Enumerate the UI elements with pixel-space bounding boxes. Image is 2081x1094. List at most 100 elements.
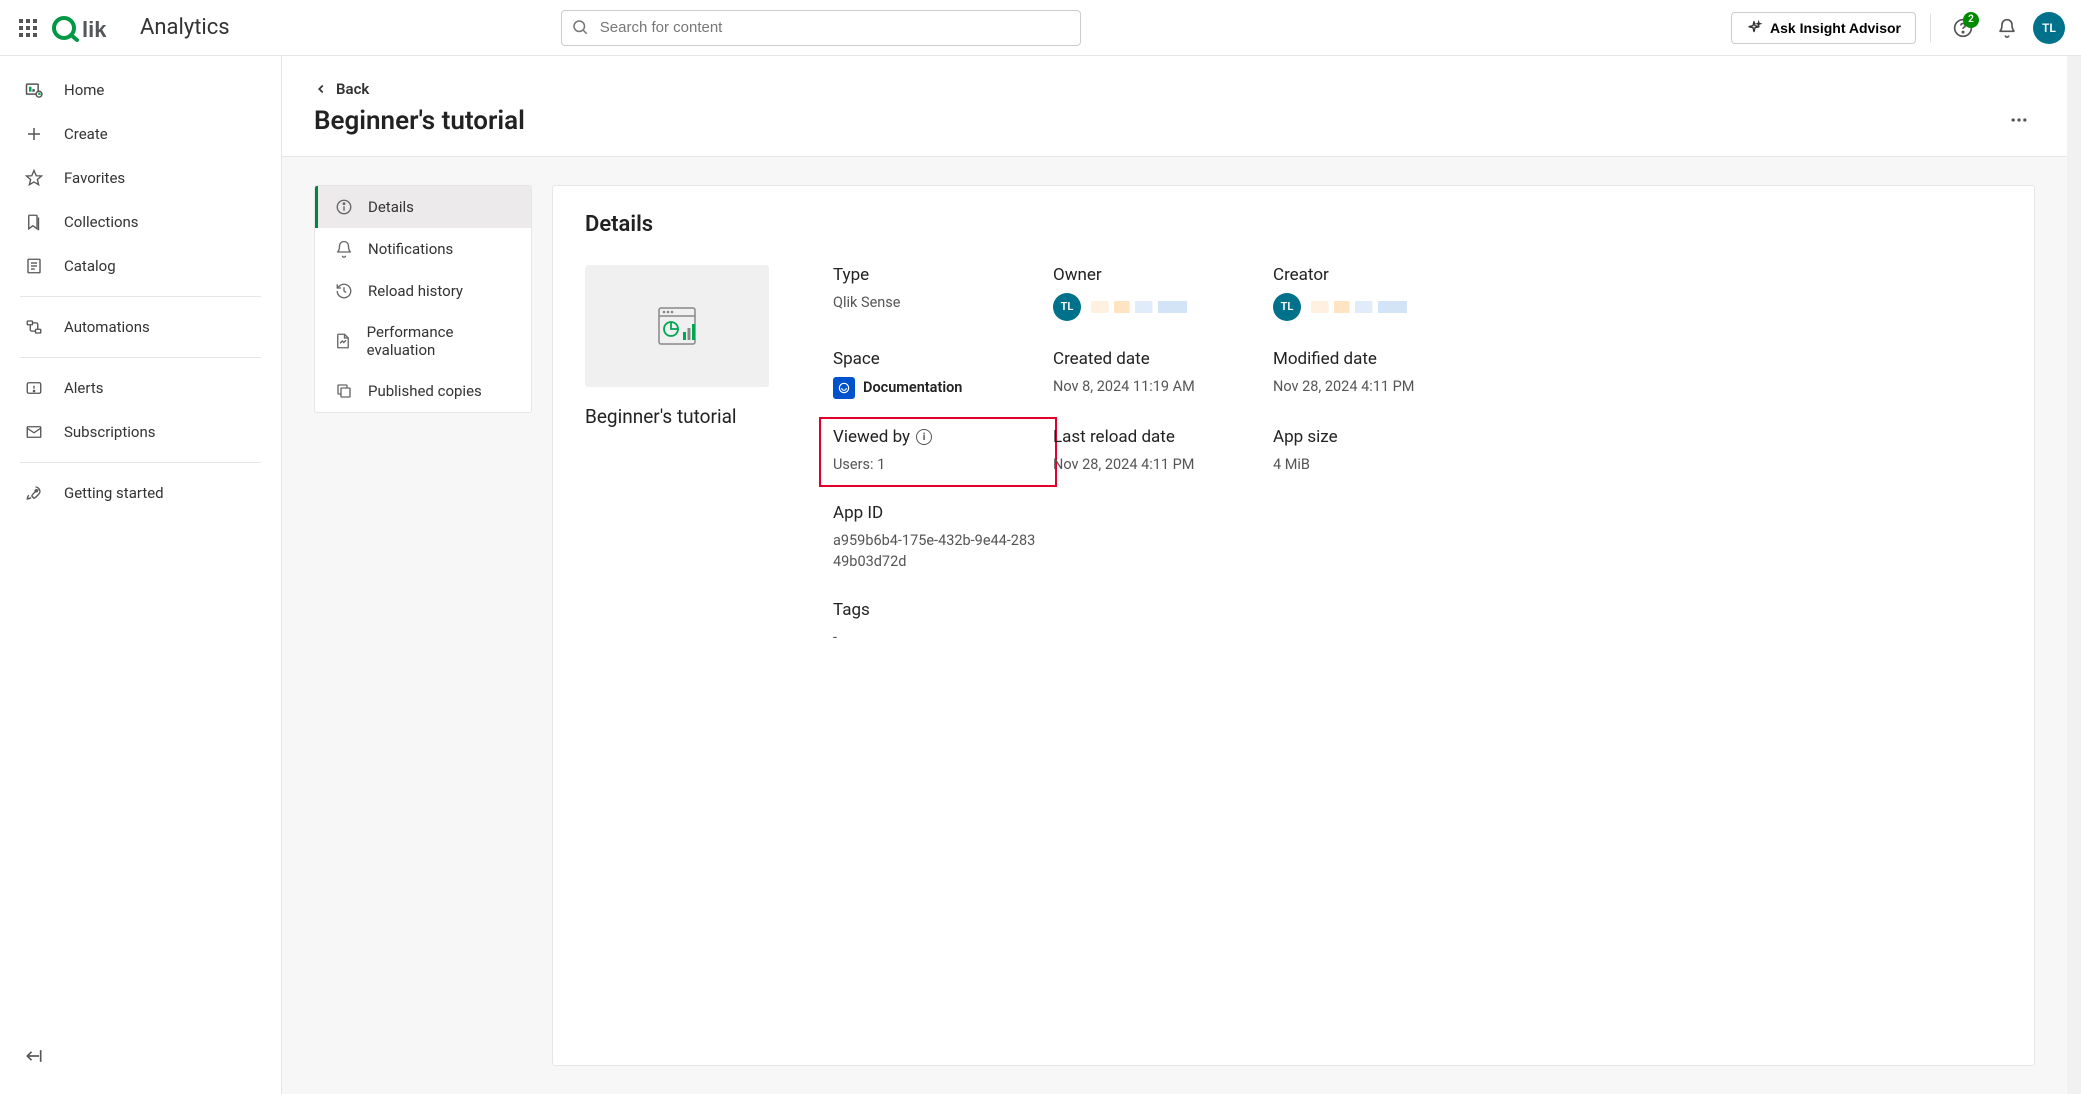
collapse-icon: [24, 1046, 44, 1066]
sidebar-item-home[interactable]: Home: [0, 68, 281, 112]
back-link[interactable]: Back: [314, 80, 369, 98]
field-owner: Owner TL: [1053, 265, 1263, 321]
app-thumbnail: [585, 265, 769, 387]
sidebar-item-label: Favorites: [64, 169, 125, 187]
body: Home Create Favorites Collections Catalo…: [0, 56, 2081, 1094]
info-icon: [334, 197, 354, 217]
chevron-left-icon: [314, 82, 328, 96]
tab-performance[interactable]: Performance evaluation: [315, 312, 531, 370]
back-label: Back: [336, 80, 369, 98]
field-app-size: App size 4 MiB: [1273, 427, 1483, 475]
collapse-sidebar-button[interactable]: [0, 1034, 281, 1082]
panel-body: Beginner's tutorial Type Qlik Sense Owne…: [585, 265, 2002, 648]
owner-avatar: TL: [1053, 293, 1081, 321]
owner-value: TL: [1053, 293, 1263, 321]
star-icon: [24, 168, 44, 188]
field-label: Tags: [833, 600, 1043, 620]
creator-value: TL: [1273, 293, 1483, 321]
notifications-button[interactable]: [1989, 10, 2025, 46]
sidebar-item-subscriptions[interactable]: Subscriptions: [0, 410, 281, 454]
sidebar-item-label: Automations: [64, 318, 150, 336]
sidebar-item-label: Alerts: [64, 379, 104, 397]
more-button[interactable]: [2003, 104, 2035, 136]
space-name: Documentation: [863, 378, 962, 398]
field-value: Nov 8, 2024 11:19 AM: [1053, 377, 1263, 397]
performance-icon: [334, 331, 353, 351]
field-label: App size: [1273, 427, 1483, 447]
search-input[interactable]: [561, 10, 1081, 46]
search-icon: [571, 18, 589, 40]
sidebar-item-label: Create: [64, 125, 108, 143]
field-app-id: App ID a959b6b4-175e-432b-9e44-28349b03d…: [833, 503, 1043, 572]
tab-label: Reload history: [368, 282, 463, 300]
sparkle-icon: [1746, 20, 1762, 36]
sidebar-item-label: Subscriptions: [64, 423, 155, 441]
topbar: lik Analytics Ask Insight Advisor 2 TL: [0, 0, 2081, 56]
scrollbar[interactable]: [2067, 56, 2081, 1094]
field-value: 4 MiB: [1273, 455, 1483, 475]
field-value: Nov 28, 2024 4:11 PM: [1053, 455, 1263, 475]
space-value[interactable]: Documentation: [833, 377, 1043, 399]
thumb-title: Beginner's tutorial: [585, 405, 785, 428]
sidebar-item-label: Collections: [64, 213, 139, 231]
help-badge: 2: [1963, 12, 1979, 28]
sidebar-item-favorites[interactable]: Favorites: [0, 156, 281, 200]
app-name: Analytics: [140, 15, 230, 40]
field-space: Space Documentation: [833, 349, 1043, 399]
rocket-icon: [24, 483, 44, 503]
field-type: Type Qlik Sense: [833, 265, 1043, 321]
details-panel: Details Beginner's tutoria: [552, 185, 2035, 1066]
tab-label: Published copies: [368, 382, 482, 400]
field-value: Users: 1: [833, 455, 1043, 475]
field-label: Created date: [1053, 349, 1263, 369]
sidebar-item-label: Catalog: [64, 257, 116, 275]
content-area: Details Notifications Reload history: [282, 157, 2067, 1094]
field-value: a959b6b4-175e-432b-9e44-28349b03d72d: [833, 531, 1043, 572]
tab-reload-history[interactable]: Reload history: [315, 270, 531, 312]
field-label: Last reload date: [1053, 427, 1263, 447]
sidebar-item-catalog[interactable]: Catalog: [0, 244, 281, 288]
mail-icon: [24, 422, 44, 442]
sidebar-item-getting-started[interactable]: Getting started: [0, 471, 281, 515]
panel-title: Details: [585, 212, 2002, 237]
sidebar-item-alerts[interactable]: Alerts: [0, 366, 281, 410]
tab-published-copies[interactable]: Published copies: [315, 370, 531, 412]
alert-icon: [24, 378, 44, 398]
nav-separator: [20, 462, 261, 463]
sidebar-item-automations[interactable]: Automations: [0, 305, 281, 349]
sidebar-item-collections[interactable]: Collections: [0, 200, 281, 244]
bell-icon: [334, 239, 354, 259]
sidebar-item-create[interactable]: Create: [0, 112, 281, 156]
sidebar: Home Create Favorites Collections Catalo…: [0, 56, 282, 1094]
field-viewed-by: Viewed by i Users: 1: [819, 417, 1057, 487]
space-icon: [833, 377, 855, 399]
help-button[interactable]: 2: [1945, 10, 1981, 46]
field-creator: Creator TL: [1273, 265, 1483, 321]
bookmark-icon: [24, 212, 44, 232]
tab-label: Details: [368, 198, 414, 216]
insight-label: Ask Insight Advisor: [1770, 20, 1901, 36]
owner-name-redacted: [1091, 301, 1187, 313]
automations-icon: [24, 317, 44, 337]
tab-notifications[interactable]: Notifications: [315, 228, 531, 270]
field-label: Creator: [1273, 265, 1483, 285]
nav-separator: [20, 296, 261, 297]
tab-label: Performance evaluation: [367, 323, 515, 359]
field-last-reload: Last reload date Nov 28, 2024 4:11 PM: [1053, 427, 1263, 475]
field-label: Type: [833, 265, 1043, 285]
creator-avatar: TL: [1273, 293, 1301, 321]
viewed-label-text: Viewed by: [833, 427, 910, 447]
search-box: [561, 10, 1081, 46]
bell-icon: [1997, 18, 2017, 38]
brand-logo[interactable]: lik Analytics: [52, 14, 230, 42]
ask-insight-button[interactable]: Ask Insight Advisor: [1731, 12, 1916, 44]
page-title: Beginner's tutorial: [314, 106, 2035, 136]
meta-grid: Type Qlik Sense Owner TL Creator: [833, 265, 2002, 648]
tab-details[interactable]: Details: [315, 186, 531, 228]
info-icon[interactable]: i: [916, 429, 932, 445]
app-launcher-icon[interactable]: [16, 16, 40, 40]
sheet-icon: [653, 302, 701, 350]
copies-icon: [334, 381, 354, 401]
qlik-logo-icon: lik: [52, 14, 122, 42]
user-avatar[interactable]: TL: [2033, 12, 2065, 44]
